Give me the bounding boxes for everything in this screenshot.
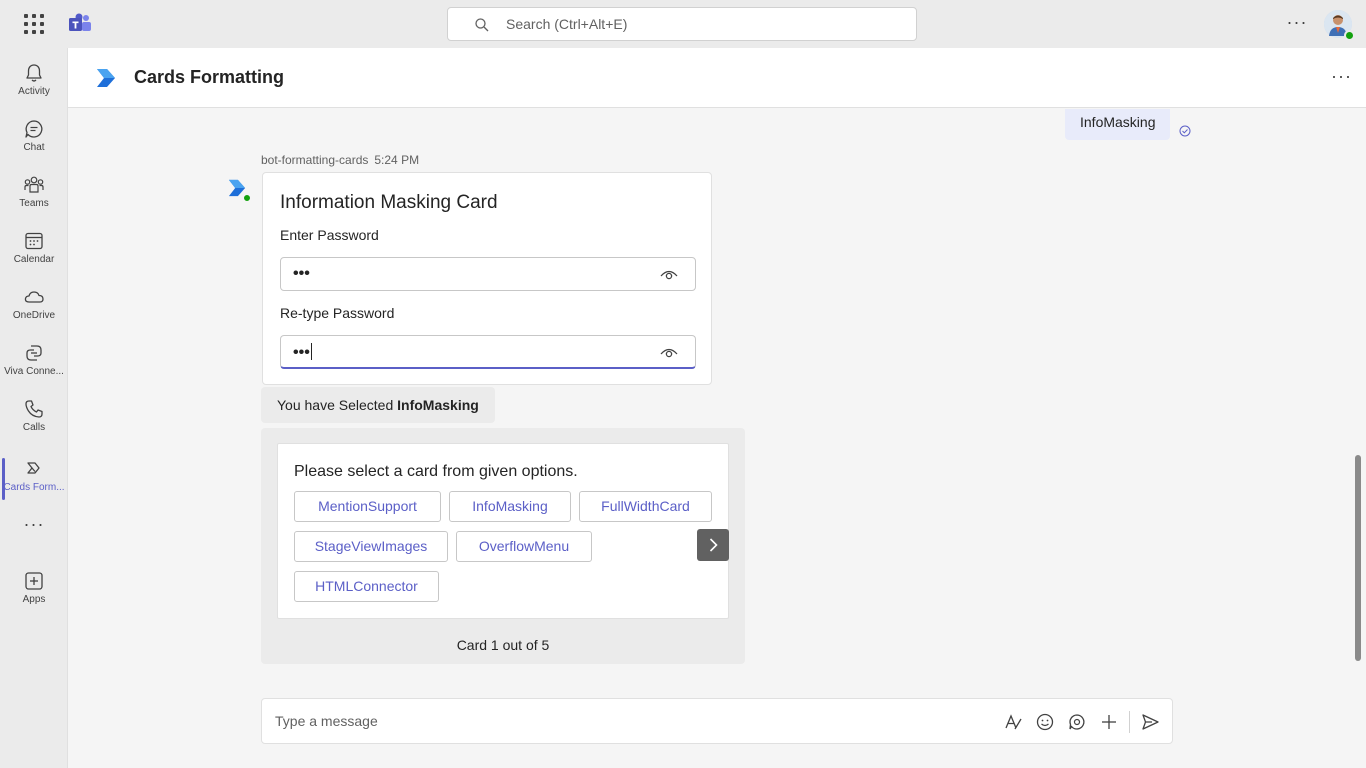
retype-password-dots: ••• (293, 344, 310, 361)
rail-item-label: Viva Conne... (4, 366, 64, 377)
rail-item-calls[interactable]: Calls (0, 390, 68, 446)
password-value: ••• (293, 265, 310, 282)
cards-formatting-app-icon (97, 69, 115, 87)
eye-icon[interactable] (660, 345, 678, 359)
emoji-icon[interactable] (1035, 712, 1055, 732)
chat-scrollbar[interactable] (1355, 455, 1361, 661)
rail-item-label: Calendar (13, 254, 55, 265)
carousel-pager: Card 1 out of 5 (456, 637, 550, 653)
option-button-fullwidthcard[interactable]: FullWidthCard (579, 491, 712, 522)
teams-icon (24, 176, 44, 193)
format-icon[interactable] (1003, 712, 1023, 732)
rail-item-cards-formatting[interactable]: Cards Form... (0, 450, 68, 506)
user-avatar[interactable] (1324, 10, 1355, 41)
message-meta: bot-formatting-cards 5:24 PM (261, 153, 419, 167)
search-icon (475, 18, 489, 32)
header-more-button[interactable]: ··· (1331, 66, 1352, 87)
information-masking-card: Information Masking Card Enter Password … (262, 172, 712, 385)
retype-password-field[interactable]: ••• (280, 335, 696, 369)
selection-value: InfoMasking (397, 397, 479, 413)
composer-divider (1129, 711, 1130, 733)
card-title: Information Masking Card (280, 192, 498, 213)
card-carousel: Please select a card from given options.… (261, 428, 745, 664)
bell-icon (26, 64, 42, 82)
rail-item-label: Apps (22, 594, 46, 605)
option-button-overflowmenu[interactable]: OverflowMenu (456, 531, 592, 562)
retype-password-value: ••• (293, 343, 312, 362)
cloud-icon (24, 291, 44, 303)
carousel-next-button[interactable] (697, 529, 729, 561)
rail-item-apps[interactable]: Apps (0, 562, 68, 618)
loop-component-icon[interactable] (1067, 712, 1087, 732)
rail-item-activity[interactable]: Activity (0, 54, 68, 110)
settings-more-button[interactable]: ··· (1284, 13, 1310, 34)
page-title: Cards Formatting (134, 67, 285, 87)
app-bar: Activity Chat Teams Calendar OneDrive Vi… (0, 48, 68, 768)
text-caret (310, 343, 312, 360)
card-options-card: Please select a card from given options.… (277, 443, 729, 619)
option-button-infomasking[interactable]: InfoMasking (449, 491, 571, 522)
teams-logo-icon (69, 13, 91, 31)
retype-password-label: Re-type Password (280, 305, 395, 321)
option-button-stageviewimages[interactable]: StageViewImages (294, 531, 448, 562)
presence-available-badge (1344, 30, 1355, 41)
rail-item-label: Cards Form... (3, 482, 65, 493)
rail-item-label: OneDrive (12, 310, 56, 321)
more-apps-button[interactable]: ··· (0, 514, 68, 542)
viva-icon (26, 345, 42, 361)
password-field[interactable]: ••• (280, 257, 696, 291)
bot-presence-badge (242, 193, 252, 203)
app-launcher-icon[interactable] (22, 12, 46, 36)
rail-item-label: Calls (22, 422, 46, 433)
rail-item-label: Activity (18, 86, 50, 97)
rail-item-label: Chat (23, 142, 45, 153)
rail-item-label: Teams (19, 198, 49, 209)
send-icon[interactable] (1140, 712, 1160, 732)
add-app-icon (25, 572, 43, 590)
message-seen-icon (1179, 125, 1191, 137)
password-label: Enter Password (280, 227, 379, 243)
selection-message: You have Selected InfoMasking (261, 387, 495, 423)
search-input[interactable] (506, 8, 886, 40)
app-icon (27, 462, 40, 474)
chat-icon (25, 120, 43, 138)
sent-message-bubble: InfoMasking (1065, 109, 1171, 140)
selection-prefix: You have Selected (277, 397, 398, 413)
rail-item-viva-connections[interactable]: Viva Conne... (0, 334, 68, 390)
search-bar[interactable] (447, 7, 917, 41)
phone-icon (25, 400, 43, 418)
bot-name: bot-formatting-cards (261, 153, 369, 167)
top-bar: ··· (0, 0, 1366, 48)
chevron-right-icon (709, 538, 718, 552)
option-button-htmlconnector[interactable]: HTMLConnector (294, 571, 439, 602)
message-input[interactable] (275, 699, 975, 743)
calendar-icon (25, 232, 43, 250)
add-icon[interactable] (1099, 712, 1119, 732)
chat-header: Cards Formatting ··· (68, 48, 1366, 108)
rail-item-onedrive[interactable]: OneDrive (0, 278, 68, 334)
message-composer (261, 698, 1173, 744)
message-timestamp: 5:24 PM (374, 153, 420, 167)
option-button-mentionsupport[interactable]: MentionSupport (294, 491, 441, 522)
rail-item-teams[interactable]: Teams (0, 166, 68, 222)
rail-item-chat[interactable]: Chat (0, 110, 68, 166)
eye-icon[interactable] (660, 267, 678, 281)
card-title: Please select a card from given options. (294, 463, 578, 480)
rail-item-calendar[interactable]: Calendar (0, 222, 68, 278)
